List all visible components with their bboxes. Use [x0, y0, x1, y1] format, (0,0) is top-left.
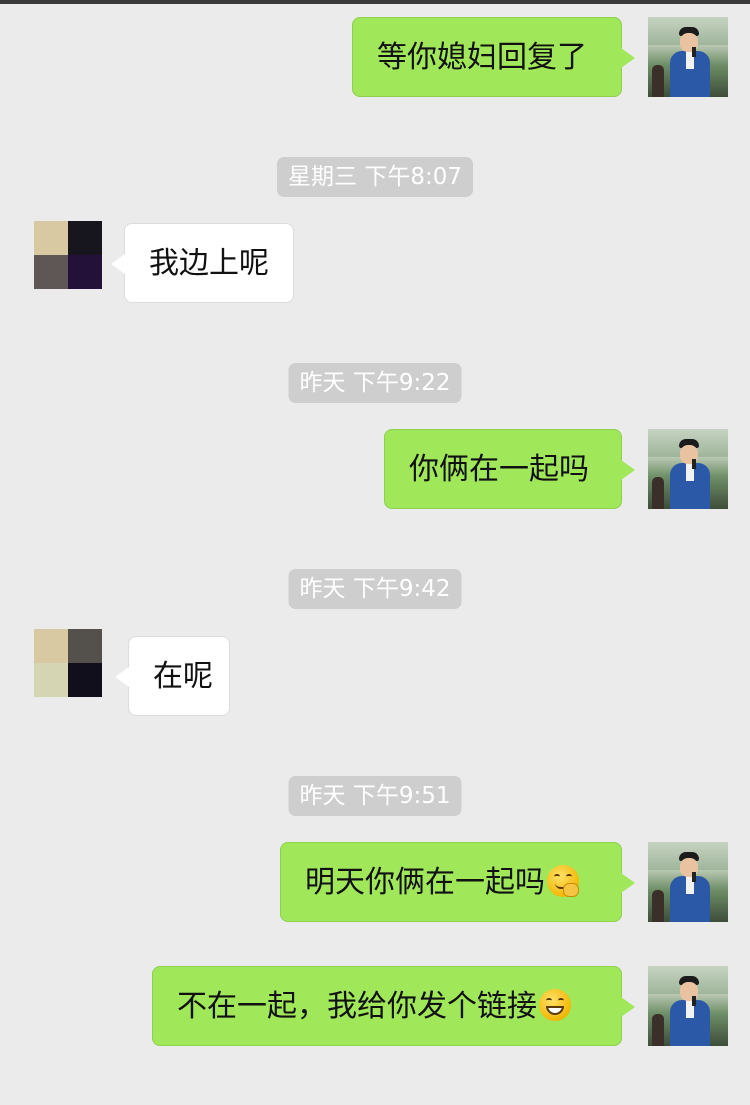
- message-text: 不在一起，我给你发个链接: [177, 989, 537, 1024]
- contact-message-bubble[interactable]: 在呢: [115, 636, 230, 716]
- my-message-bubble[interactable]: 不在一起，我给你发个链接: [152, 966, 635, 1046]
- message-timestamp: 昨天 下午9:42: [288, 569, 462, 609]
- message-text: 明天你俩在一起吗: [305, 865, 545, 900]
- my-message-bubble[interactable]: 明天你俩在一起吗: [280, 842, 635, 922]
- contact-message-bubble[interactable]: 我边上呢: [111, 223, 294, 303]
- my-avatar[interactable]: [648, 842, 728, 922]
- my-avatar[interactable]: [648, 429, 728, 509]
- message-text: 你俩在一起吗: [409, 452, 589, 487]
- message-text: 在呢: [153, 659, 213, 694]
- message-timestamp: 星期三 下午8:07: [277, 157, 473, 197]
- message-timestamp: 昨天 下午9:51: [288, 776, 462, 816]
- my-message-bubble[interactable]: 等你媳妇回复了: [352, 17, 635, 97]
- my-message-bubble[interactable]: 你俩在一起吗: [384, 429, 635, 509]
- my-avatar[interactable]: [648, 17, 728, 97]
- my-avatar[interactable]: [648, 966, 728, 1046]
- thinking-face-emoji-icon: [547, 864, 579, 897]
- message-text: 等你媳妇回复了: [377, 40, 587, 75]
- contact-avatar[interactable]: [34, 629, 102, 697]
- message-text: 我边上呢: [149, 246, 269, 281]
- grinning-face-emoji-icon: [539, 988, 571, 1021]
- message-timestamp: 昨天 下午9:22: [288, 363, 462, 403]
- status-bar-strip: [0, 0, 750, 4]
- contact-avatar[interactable]: [34, 221, 102, 289]
